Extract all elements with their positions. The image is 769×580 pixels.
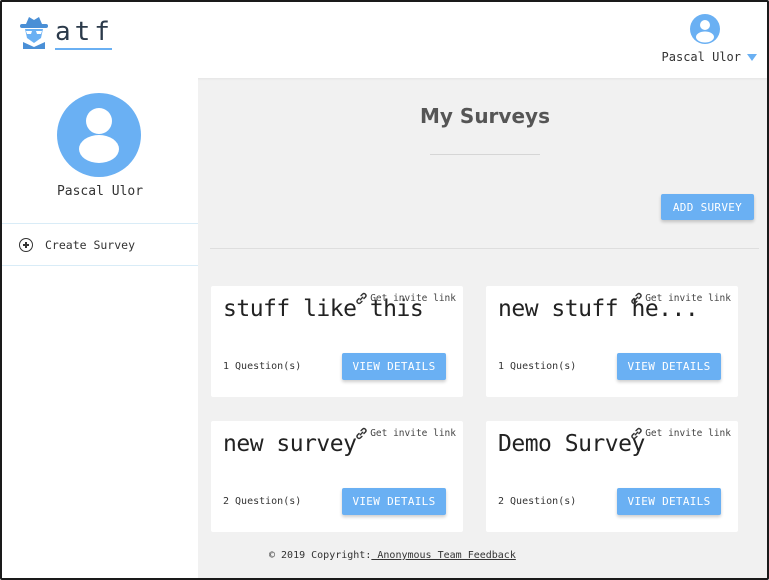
invite-link-label: Get invite link xyxy=(370,428,456,439)
survey-card: Demo Survey Get invite link 2 Question(s… xyxy=(486,421,738,532)
logo[interactable]: atf xyxy=(17,16,114,50)
question-count: 1 Question(s) xyxy=(223,361,302,372)
survey-card: new stuff he... Get invite link 1 Questi… xyxy=(486,286,738,397)
question-count: 2 Question(s) xyxy=(223,496,302,507)
link-icon xyxy=(631,427,642,440)
footer-link[interactable]: Anonymous Team Feedback xyxy=(371,550,515,561)
top-header: atf Pascal Ulor xyxy=(2,2,767,78)
view-details-button[interactable]: VIEW DETAILS xyxy=(342,488,446,515)
invite-link-label: Get invite link xyxy=(645,428,731,439)
sidebar-item-create-survey[interactable]: Create Survey xyxy=(2,224,198,266)
user-name-dropdown[interactable]: Pascal Ulor xyxy=(662,50,757,64)
profile-name: Pascal Ulor xyxy=(56,184,144,199)
invite-link[interactable]: Get invite link xyxy=(355,292,456,305)
add-survey-button[interactable]: ADD SURVEY xyxy=(661,194,754,220)
logo-wordmark: atf xyxy=(55,17,114,47)
view-details-button[interactable]: VIEW DETAILS xyxy=(617,488,721,515)
invite-link[interactable]: Get invite link xyxy=(355,427,456,440)
question-count: 1 Question(s) xyxy=(498,361,577,372)
link-icon xyxy=(631,292,642,305)
view-details-button[interactable]: VIEW DETAILS xyxy=(617,353,721,380)
invite-link-label: Get invite link xyxy=(645,293,731,304)
plus-circle-icon xyxy=(19,238,33,252)
sidebar-item-label: Create Survey xyxy=(45,238,136,252)
main-content: My Surveys ADD SURVEY stuff like this Ge… xyxy=(198,78,767,578)
page-title: My Surveys xyxy=(420,104,550,128)
logo-underline xyxy=(55,48,112,50)
app-window: atf Pascal Ulor Pascal Ulor Create Surve… xyxy=(0,0,769,580)
link-icon xyxy=(356,427,367,440)
title-divider xyxy=(430,154,540,155)
logo-text: atf xyxy=(55,17,114,50)
link-icon xyxy=(356,292,367,305)
copyright-text: © 2019 Copyright: xyxy=(269,550,372,561)
invite-link[interactable]: Get invite link xyxy=(630,427,731,440)
survey-card: stuff like this Get invite link 1 Questi… xyxy=(211,286,463,397)
survey-title: Demo Survey xyxy=(498,431,645,457)
view-details-button[interactable]: VIEW DETAILS xyxy=(342,353,446,380)
section-divider xyxy=(210,248,759,249)
profile-avatar-icon xyxy=(57,93,141,177)
invite-link[interactable]: Get invite link xyxy=(630,292,731,305)
sidebar-nav: Create Survey xyxy=(2,223,198,266)
survey-card: new survey Get invite link 2 Question(s)… xyxy=(211,421,463,532)
invite-link-label: Get invite link xyxy=(370,293,456,304)
chevron-down-icon xyxy=(747,53,757,61)
spy-logo-icon xyxy=(20,17,48,49)
question-count: 2 Question(s) xyxy=(498,496,577,507)
footer: © 2019 Copyright: Anonymous Team Feedbac… xyxy=(269,550,516,561)
user-avatar-icon[interactable] xyxy=(690,14,720,44)
sidebar: Pascal Ulor Create Survey xyxy=(2,78,198,578)
survey-title: new survey xyxy=(223,431,357,457)
user-name: Pascal Ulor xyxy=(661,50,741,64)
